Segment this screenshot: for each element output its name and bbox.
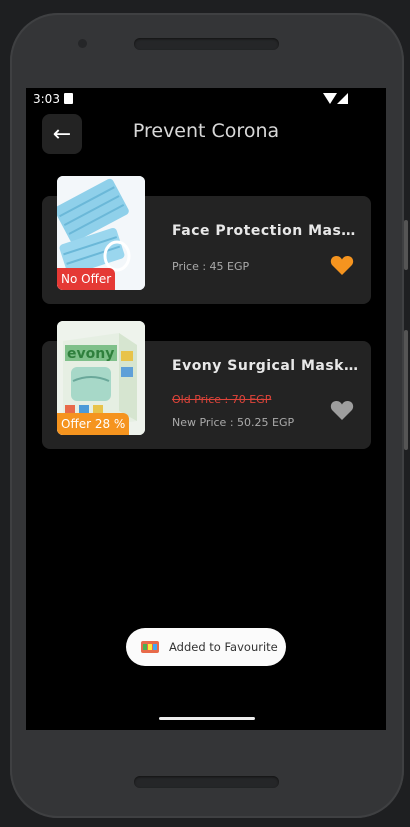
top-speaker (134, 38, 279, 50)
product-old-price: Old Price : 70 EGP (172, 393, 272, 406)
sd-card-icon (64, 93, 73, 104)
home-indicator[interactable] (159, 717, 255, 720)
app-icon (141, 641, 159, 653)
toast-notification: Added to Favourite (126, 628, 286, 666)
arrow-left-icon: ← (52, 121, 72, 147)
brand-logo-text: evony (67, 346, 114, 362)
wifi-icon (323, 93, 337, 104)
signal-icon (337, 93, 348, 104)
heart-icon[interactable] (330, 254, 354, 276)
page-title: Prevent Corona (132, 120, 280, 142)
status-time: 3:03 (33, 92, 60, 106)
volume-button (404, 220, 408, 270)
product-price: Price : 45 EGP (172, 260, 250, 273)
product-new-price: New Price : 50.25 EGP (172, 416, 295, 429)
power-button (404, 330, 408, 450)
product-thumbnail[interactable]: No Offer (57, 176, 145, 290)
front-camera (78, 39, 87, 48)
product-name[interactable]: Face Protection Mask, 5… (172, 223, 358, 239)
heart-icon[interactable] (330, 399, 354, 421)
back-button[interactable]: ← (42, 114, 82, 154)
product-name[interactable]: Evony Surgical Mask wit… (172, 358, 358, 374)
toast-message: Added to Favourite (169, 640, 278, 654)
bottom-speaker (134, 776, 279, 788)
status-bar: 3:03 (26, 88, 386, 110)
app-screen: 3:03 ← Prevent Corona No Offer Face Prot… (26, 88, 386, 730)
product-thumbnail[interactable]: evony Offer 28 % (57, 321, 145, 435)
offer-badge: No Offer (57, 268, 116, 290)
offer-badge: Offer 28 % (57, 413, 130, 435)
